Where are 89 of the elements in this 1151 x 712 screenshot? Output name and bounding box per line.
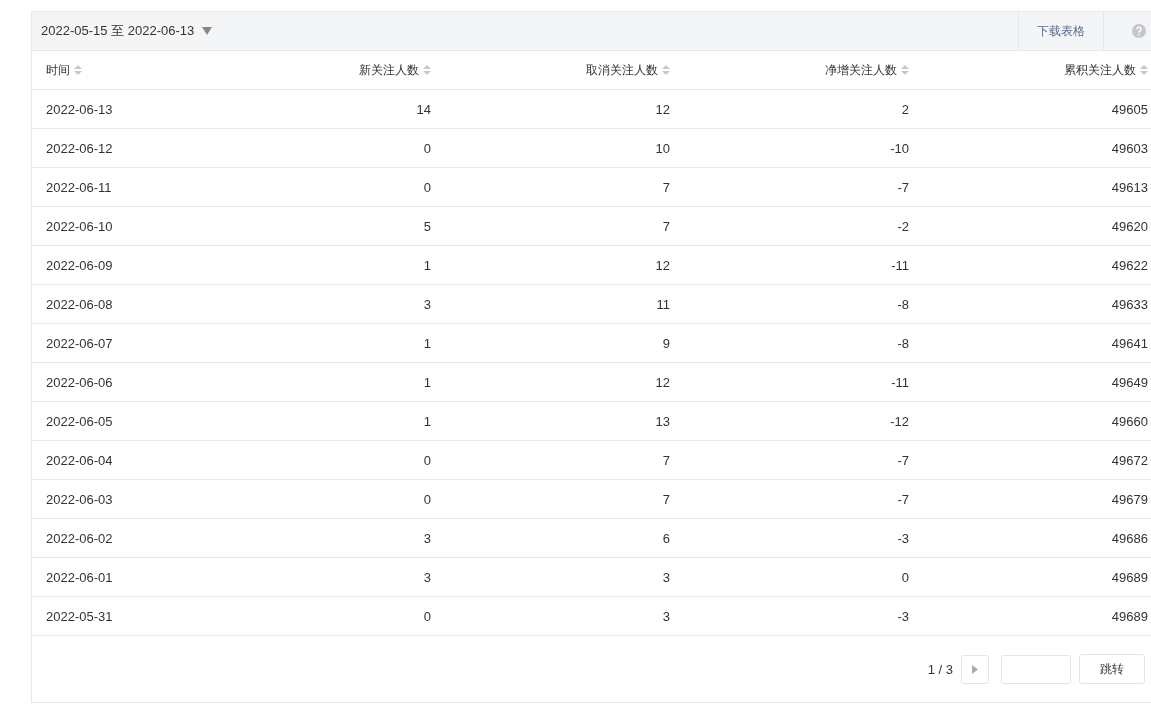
table-cell: 2022-06-04	[46, 452, 113, 468]
table-cell: 0	[423, 452, 431, 468]
table-cell: 10	[655, 140, 670, 156]
table-cell: 2022-06-10	[46, 218, 113, 234]
table-cell: 2022-06-06	[46, 374, 113, 390]
table-cell: 1	[423, 335, 431, 351]
column-header[interactable]: 取消关注人数	[586, 61, 658, 79]
table-cell: 49641	[1111, 335, 1148, 351]
table-cell: 7	[662, 491, 670, 507]
table-cell: 9	[662, 335, 670, 351]
column-header[interactable]: 累积关注人数	[1064, 61, 1136, 79]
table-cell: 3	[662, 569, 670, 585]
table-cell: 49620	[1111, 218, 1148, 234]
sort-icon[interactable]	[662, 65, 670, 75]
table-cell: -7	[897, 491, 909, 507]
table-cell: 49649	[1111, 374, 1148, 390]
table-cell: 3	[423, 569, 431, 585]
table-cell: 0	[901, 569, 909, 585]
caret-icon	[202, 27, 213, 35]
table-cell: -8	[897, 296, 909, 312]
table-cell: 12	[655, 257, 670, 273]
table-cell: 2022-06-09	[46, 257, 113, 273]
table-cell: 49633	[1111, 296, 1148, 312]
table-cell: 2022-06-08	[46, 296, 113, 312]
table-cell: 6	[662, 530, 670, 546]
play-triangle-icon	[972, 664, 978, 674]
table-cell: 11	[656, 296, 670, 312]
table-cell: 1	[423, 257, 431, 273]
table-cell: 2022-06-01	[46, 569, 113, 585]
table-cell: 2022-06-13	[46, 101, 113, 117]
table-cell: 49689	[1111, 608, 1148, 624]
table-cell: 3	[423, 296, 431, 312]
table-cell: 49660	[1111, 413, 1148, 429]
sort-icon[interactable]	[423, 65, 431, 75]
table-cell: 7	[662, 452, 670, 468]
column-header[interactable]: 净增关注人数	[825, 61, 897, 79]
table-cell: 2022-05-31	[46, 608, 113, 624]
column-header[interactable]: 新关注人数	[359, 61, 419, 79]
table-cell: -3	[897, 608, 909, 624]
table-cell: 12	[655, 374, 670, 390]
column-header[interactable]: 时间	[46, 61, 70, 79]
table-cell: 2022-06-05	[46, 413, 113, 429]
table-cell: 49613	[1111, 179, 1148, 195]
next-page-button[interactable]	[961, 654, 989, 684]
table-cell: 14	[416, 101, 431, 117]
table-cell: -10	[890, 140, 909, 156]
table-cell: 13	[655, 413, 670, 429]
help-icon[interactable]	[1132, 24, 1146, 38]
table-cell: 5	[423, 218, 431, 234]
date-range-dropdown[interactable]: 2022-05-15 至 2022-06-13	[32, 12, 1018, 50]
table-cell: 49622	[1111, 257, 1148, 273]
table-cell: 2022-06-02	[46, 530, 113, 546]
download-table-link[interactable]: 下载表格	[1018, 12, 1103, 50]
table-cell: 3	[662, 608, 670, 624]
table-cell: 49686	[1111, 530, 1148, 546]
table-cell: 2	[901, 101, 909, 117]
table-cell: 3	[423, 530, 431, 546]
table-cell: 49603	[1111, 140, 1148, 156]
table-cell: -3	[897, 530, 909, 546]
table-cell: 1	[423, 413, 431, 429]
table-cell: 49679	[1111, 491, 1148, 507]
table-cell: 1	[423, 374, 431, 390]
table-cell: 49672	[1111, 452, 1148, 468]
table-cell: -2	[897, 218, 909, 234]
table-cell: -7	[897, 452, 909, 468]
page-indicator: 1 / 3	[927, 661, 953, 677]
table-cell: 7	[662, 218, 670, 234]
table-cell: 0	[423, 608, 431, 624]
table-cell: 49689	[1111, 569, 1148, 585]
table-cell: -12	[890, 413, 909, 429]
jump-button[interactable]: 跳转	[1079, 654, 1145, 684]
table-cell: -8	[897, 335, 909, 351]
table-cell: 0	[423, 491, 431, 507]
table-cell: -11	[891, 257, 909, 273]
table-cell: 0	[423, 140, 431, 156]
table-cell: -7	[897, 179, 909, 195]
table-cell: 2022-06-11	[46, 179, 112, 195]
sort-icon[interactable]	[74, 65, 82, 75]
table-cell: 2022-06-03	[46, 491, 113, 507]
table-cell: 12	[655, 101, 670, 117]
table-cell: 2022-06-12	[46, 140, 113, 156]
table-cell: 0	[423, 179, 431, 195]
table-cell: 49605	[1111, 101, 1148, 117]
sort-icon[interactable]	[901, 65, 909, 75]
sort-icon[interactable]	[1140, 65, 1148, 75]
table-cell: -11	[891, 374, 909, 390]
table-cell: 2022-06-07	[46, 335, 113, 351]
page-number-field[interactable]	[1001, 654, 1071, 684]
table-cell: 7	[662, 179, 670, 195]
